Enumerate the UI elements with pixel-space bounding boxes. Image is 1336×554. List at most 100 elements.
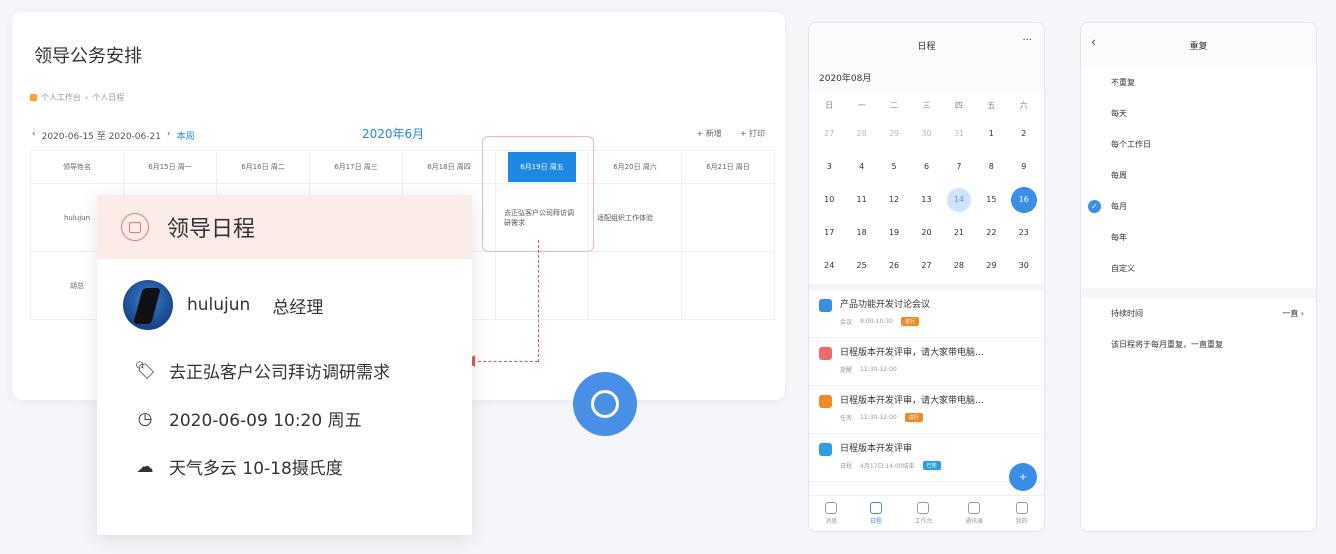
schedule-cell[interactable] — [495, 251, 589, 320]
column-header[interactable]: 6月20日 周六 — [588, 150, 682, 184]
connector-line — [478, 361, 538, 362]
event-item[interactable]: 日程版本开发评审，请大家带电脑… 提醒 11:30-12:00 — [809, 338, 1044, 386]
day-cell[interactable]: 29 — [975, 249, 1007, 282]
tab-4[interactable]: 我的 — [1015, 502, 1028, 525]
column-header[interactable]: 6月15日 周一 — [123, 150, 217, 184]
day-cell[interactable]: 10 — [813, 183, 845, 216]
month-label[interactable]: 2020年08月 — [809, 67, 1044, 93]
day-number: 30 — [1018, 261, 1029, 270]
day-cell[interactable]: 5 — [878, 150, 910, 183]
option-label: 每月 — [1111, 202, 1127, 211]
print-button[interactable]: + 打印 — [740, 128, 765, 139]
status-badge: 进行 — [904, 413, 923, 422]
schedule-cell[interactable]: 适配组织工作体验 — [588, 183, 682, 252]
day-number: 12 — [888, 195, 900, 204]
day-cell[interactable]: 28 — [845, 117, 877, 150]
repeat-option[interactable]: 自定义 — [1081, 253, 1316, 284]
duration-row[interactable]: 持续时间 一直 › — [1081, 298, 1316, 329]
repeat-option[interactable]: 每周 — [1081, 160, 1316, 191]
day-cell[interactable]: 7 — [943, 150, 975, 183]
day-cell[interactable]: 26 — [878, 249, 910, 282]
breadcrumb: 个人工作台 › 个人日程 — [30, 92, 124, 103]
day-cell[interactable]: 6 — [910, 150, 942, 183]
event-meta: 提醒 11:30-12:00 — [840, 365, 1020, 374]
day-cell[interactable]: 25 — [845, 249, 877, 282]
day-cell[interactable]: 4 — [845, 150, 877, 183]
day-cell[interactable]: 22 — [975, 216, 1007, 249]
avatar — [123, 280, 173, 330]
date-range: 2020-06-15 至 2020-06-21 — [41, 132, 161, 142]
repeat-option[interactable]: 每个工作日 — [1081, 129, 1316, 160]
add-event-button[interactable]: + — [1009, 463, 1037, 491]
day-cell[interactable]: 14 — [943, 183, 975, 216]
day-cell[interactable]: 27 — [813, 117, 845, 150]
day-cell[interactable]: 19 — [878, 216, 910, 249]
day-cell[interactable]: 24 — [813, 249, 845, 282]
day-cell[interactable]: 9 — [1008, 150, 1040, 183]
prev-week-button[interactable]: ‹ — [32, 129, 36, 142]
event-title: 日程版本开发评审 — [840, 444, 913, 454]
tab-icon — [825, 502, 838, 514]
day-cell[interactable]: 1 — [975, 117, 1007, 150]
this-week-link[interactable]: 本周 — [177, 129, 195, 142]
schedule-cell[interactable] — [588, 251, 682, 320]
add-button[interactable]: + 新增 — [697, 128, 722, 139]
day-cell[interactable]: 30 — [910, 117, 942, 150]
repeat-options: 不重复每天每个工作日 每周 ✓ 每月 每年 自定义 — [1081, 67, 1316, 284]
day-cell[interactable]: 11 — [845, 183, 877, 216]
repeat-option[interactable]: 每年 — [1081, 222, 1316, 253]
repeat-option[interactable]: 每天 — [1081, 98, 1316, 129]
day-cell[interactable]: 16 — [1008, 183, 1040, 216]
schedule-cell[interactable] — [681, 183, 775, 252]
event-list: 产品功能开发讨论会议 会议 9:00-10:30 进行 日程版本开发评审，请大家带电脑…… — [809, 284, 1044, 482]
event-time: 9:00-10:30 — [860, 318, 893, 325]
column-header[interactable]: 领导姓名 — [30, 150, 124, 184]
day-cell[interactable]: 2 — [1008, 117, 1040, 150]
day-cell[interactable]: 27 — [910, 249, 942, 282]
day-cell[interactable]: 29 — [878, 117, 910, 150]
event-type-icon — [819, 347, 832, 360]
day-cell[interactable]: 23 — [1008, 216, 1040, 249]
column-header[interactable]: 6月17日 周三 — [309, 150, 403, 184]
back-icon[interactable]: ‹ — [1091, 35, 1096, 49]
tab-label: 工作台 — [914, 518, 933, 525]
event-item[interactable]: 产品功能开发讨论会议 会议 9:00-10:30 进行 — [809, 290, 1044, 338]
weekday-label: 六 — [1019, 100, 1028, 110]
day-cell[interactable]: 31 — [943, 117, 975, 150]
user-name: hulujun — [187, 295, 251, 315]
day-cell[interactable]: 15 — [975, 183, 1007, 216]
day-cell[interactable]: 18 — [845, 216, 877, 249]
day-cell[interactable]: 21 — [943, 216, 975, 249]
option-label: 每天 — [1111, 109, 1127, 118]
more-icon[interactable]: ··· — [1022, 35, 1032, 46]
header-label: 6月17日 周三 — [334, 163, 378, 171]
schedule-event[interactable]: 适配组织工作体验 — [589, 213, 681, 223]
breadcrumb-item[interactable]: 个人工作台 — [41, 92, 81, 103]
day-cell[interactable]: 12 — [878, 183, 910, 216]
day-cell[interactable]: 28 — [943, 249, 975, 282]
event-item[interactable]: 日程版本开发评审，请大家带电脑… 任务 11:30-12:00 进行 — [809, 386, 1044, 434]
next-week-button[interactable]: › — [167, 129, 171, 142]
repeat-option[interactable]: ✓ 每月 — [1081, 191, 1316, 222]
day-cell[interactable]: 13 — [910, 183, 942, 216]
day-cell[interactable]: 20 — [910, 216, 942, 249]
breadcrumb-item[interactable]: 个人日程 — [92, 92, 124, 103]
tab-0[interactable]: 消息 — [825, 502, 837, 525]
day-cell[interactable]: 8 — [975, 150, 1007, 183]
schedule-cell[interactable] — [681, 251, 775, 320]
event-title: 日程版本开发评审，请大家带电脑… — [840, 396, 985, 406]
tab-1[interactable]: 日程 — [869, 502, 882, 525]
day-cell[interactable]: 17 — [813, 216, 845, 249]
day-number: 7 — [956, 162, 962, 171]
column-header[interactable]: 6月16日 周二 — [216, 150, 310, 184]
day-number: 24 — [824, 261, 835, 270]
column-header[interactable]: 6月21日 周日 — [681, 150, 775, 184]
day-cell[interactable]: 30 — [1008, 249, 1040, 282]
tab-3[interactable]: 通讯录 — [965, 502, 983, 525]
day-cell[interactable]: 3 — [813, 150, 845, 183]
tab-2[interactable]: 工作台 — [914, 502, 932, 525]
repeat-option[interactable]: 不重复 — [1081, 67, 1316, 98]
day-number: 29 — [986, 261, 997, 270]
event-type: 会议 — [840, 319, 853, 326]
day-number: 31 — [953, 129, 965, 138]
